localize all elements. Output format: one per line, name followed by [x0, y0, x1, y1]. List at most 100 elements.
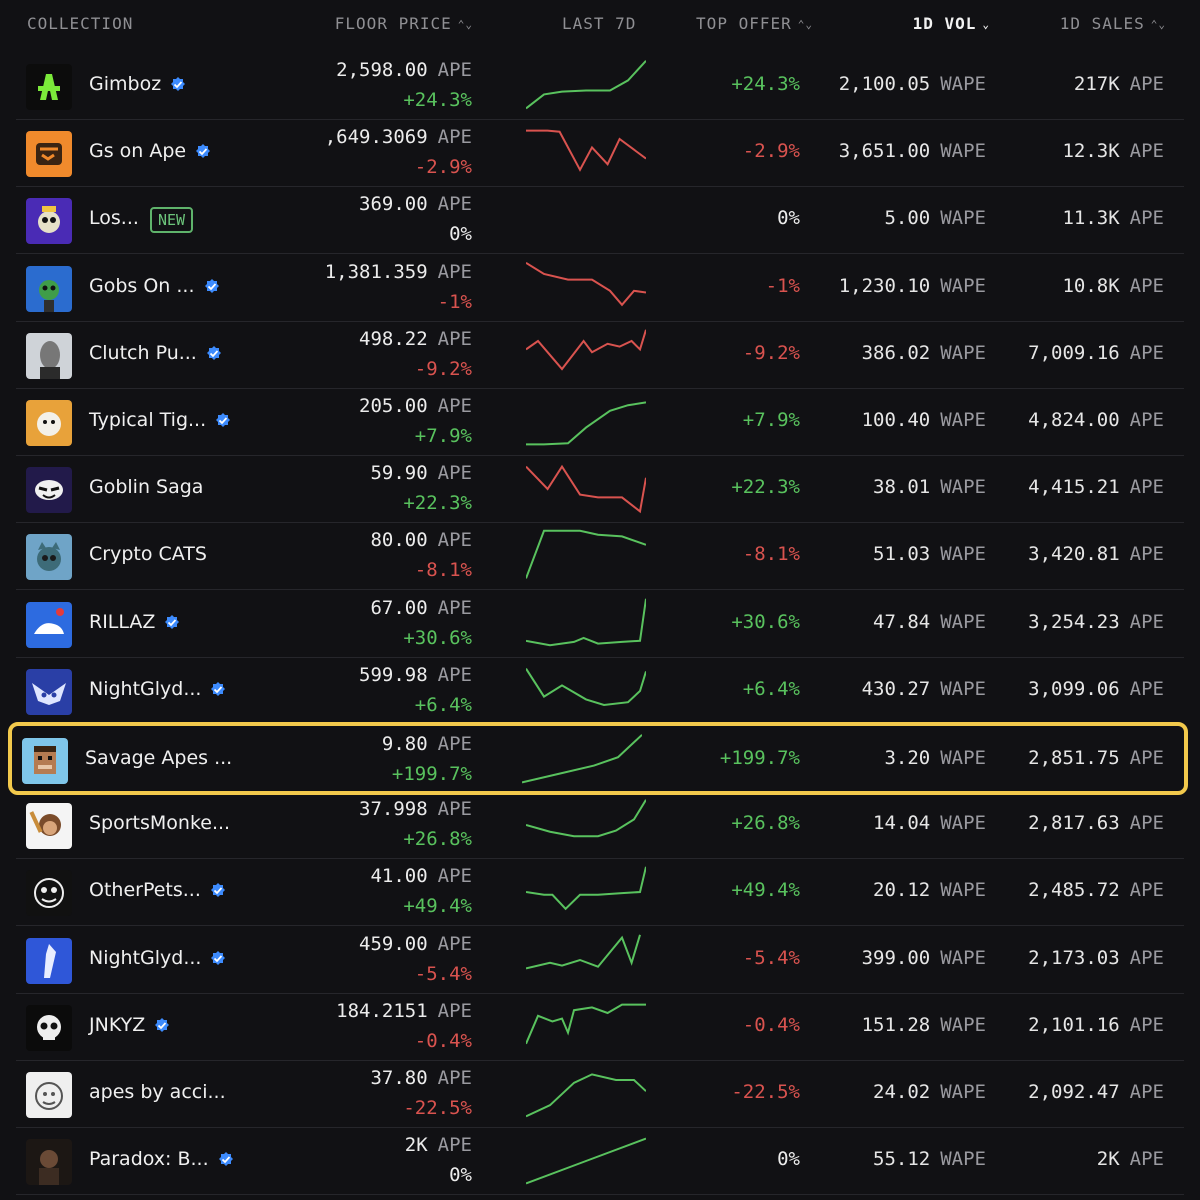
- collection-name[interactable]: Crypto CATS: [89, 543, 207, 565]
- top-offer: -2.9%: [742, 140, 800, 163]
- table-row[interactable]: Crypto CATS 80.00 APE -8.1% -8.1% 51.03 WAPE 3,…: [16, 522, 1184, 591]
- floor-price: 369.00 APE: [359, 193, 472, 215]
- table-row[interactable]: Goblin Saga 59.90 APE +22.3% +22.3% 38.01 WAPE…: [16, 455, 1184, 524]
- table-row[interactable]: SportsMonke... 37.998 APE +26.8% +26.8% 14.04…: [16, 791, 1184, 860]
- collection-name[interactable]: RILLAZ: [89, 611, 155, 633]
- floor-price-value: 2K: [404, 1134, 428, 1157]
- volume-1d-value: 38.01: [873, 476, 931, 499]
- gimboz-icon: [26, 64, 72, 110]
- collection-name[interactable]: Gimboz: [89, 73, 161, 95]
- collection-name[interactable]: Gs on Ape: [89, 140, 186, 162]
- sales-1d-unit: APE: [1129, 140, 1164, 163]
- collection-name[interactable]: NightGlyd...: [89, 947, 201, 969]
- header-top-offer-label: TOP OFFER: [696, 14, 792, 33]
- sales-1d: 217K APE: [1074, 73, 1164, 95]
- volume-1d-unit: WAPE: [940, 476, 986, 499]
- collection-name[interactable]: Goblin Saga: [89, 476, 203, 498]
- volume-1d-unit: WAPE: [940, 946, 986, 969]
- gs-icon: [26, 131, 72, 178]
- collection-name[interactable]: Gobs On ...: [89, 275, 195, 297]
- volume-1d-unit: WAPE: [940, 879, 986, 902]
- volume-1d-unit: WAPE: [940, 207, 986, 230]
- sparkline-7d: [526, 394, 646, 450]
- sales-1d-value: 217K: [1073, 73, 1120, 95]
- collection-name[interactable]: Clutch Pu...: [89, 342, 197, 364]
- table-row[interactable]: JNKYZ 184.2151 APE -0.4% -0.4% 151.28 WAPE 2,10…: [16, 993, 1184, 1061]
- header-1d-sales[interactable]: 1D SALES ⌃⌄: [1060, 14, 1166, 33]
- volume-1d-value: 51.03: [873, 543, 931, 566]
- collection-name[interactable]: NightGlyd...: [89, 678, 201, 700]
- sparkline-path: [526, 867, 646, 909]
- table-row[interactable]: Gobs On ... 1,381.359 APE -1% -1% 1,230.10 WAP…: [16, 254, 1184, 322]
- volume-1d: 100.40 WAPE: [862, 409, 986, 431]
- volume-1d-unit: WAPE: [940, 274, 986, 297]
- volume-1d: 5.00 WAPE: [884, 207, 986, 229]
- sales-1d-unit: APE: [1129, 73, 1164, 95]
- floor-price-change: -2.9%: [414, 156, 472, 179]
- header-1d-vol[interactable]: 1D VOL ⌄: [913, 14, 990, 33]
- table-row[interactable]: Paradox: B... 2K APE 0% 0% 55.12 WAPE 2K APE: [16, 1127, 1184, 1196]
- header-collection[interactable]: COLLECTION: [27, 14, 133, 33]
- floor-price: 205.00 APE: [359, 395, 472, 417]
- floor-price: 184.2151 APE: [336, 1000, 472, 1022]
- volume-1d-unit: WAPE: [940, 1013, 986, 1036]
- new-badge: NEW: [150, 207, 194, 234]
- collection-name[interactable]: OtherPets...: [89, 879, 201, 901]
- floor-price-unit: APE: [437, 59, 472, 81]
- table-row[interactable]: Gimboz 2,598.00 APE +24.3% +24.3% 2,100.05 WAP…: [16, 52, 1184, 120]
- volume-1d-unit: WAPE: [940, 140, 986, 163]
- sales-1d: 3,099.06 APE: [1028, 678, 1164, 700]
- collection-name[interactable]: JNKYZ: [89, 1014, 145, 1036]
- floor-price-unit: APE: [437, 596, 472, 619]
- collection-name[interactable]: apes by acci...: [89, 1081, 226, 1103]
- sparkline-path: [526, 131, 646, 170]
- sales-1d: 4,824.00 APE: [1028, 409, 1164, 431]
- clutch-icon: [26, 332, 72, 379]
- floor-price-unit: APE: [437, 193, 472, 216]
- sparkline-path: [526, 1004, 646, 1043]
- table-row[interactable]: RILLAZ 67.00 APE +30.6% +30.6% 47.84 WAPE 3,254…: [16, 590, 1184, 658]
- otherpets-icon: [26, 870, 72, 917]
- sparkline-7d: [526, 461, 646, 517]
- table-row[interactable]: apes by acci... 37.80 APE -22.5% -22.5% 24.02…: [16, 1060, 1184, 1128]
- sparkline-7d: [526, 125, 646, 181]
- table-row[interactable]: OtherPets... 41.00 APE +49.4% +49.4% 20.12 WAP…: [16, 858, 1184, 927]
- collection-name[interactable]: Savage Apes ...: [85, 747, 232, 769]
- table-row[interactable]: NightGlyd... 459.00 APE -5.4% -5.4% 399.00 WAP…: [16, 926, 1184, 994]
- floor-price-value: 80.00: [370, 529, 428, 552]
- volume-1d: 430.27 WAPE: [862, 678, 986, 700]
- sales-1d: 2,092.47 APE: [1028, 1081, 1164, 1103]
- floor-price-unit: APE: [437, 865, 472, 888]
- sparkline-7d: [526, 596, 646, 652]
- top-offer: +6.4%: [742, 677, 800, 700]
- table-row[interactable]: Typical Tig... 205.00 APE +7.9% +7.9% 100.40 W…: [16, 388, 1184, 456]
- sales-1d-unit: APE: [1129, 476, 1164, 499]
- floor-price-value: 459.00: [359, 932, 428, 955]
- sales-1d: 2,817.63 APE: [1028, 812, 1164, 834]
- table-row[interactable]: Los... NEW 369.00 APE 0% 0% 5.00 WAPE 11.3K APE: [16, 186, 1184, 255]
- volume-1d-value: 14.04: [873, 812, 931, 835]
- table-row[interactable]: Gs on Ape ,649.3069 APE -2.9% -2.9% 3,651.00 W…: [16, 119, 1184, 188]
- header-floor-price[interactable]: FLOOR PRICE ⌃⌄: [335, 14, 473, 33]
- collection-name[interactable]: SportsMonke...: [89, 812, 230, 834]
- volume-1d: 51.03 WAPE: [873, 543, 986, 565]
- table-row[interactable]: Savage Apes ... 9.80 APE +199.7% +199.7% 3.20…: [8, 722, 1188, 795]
- floor-price-value: 41.00: [370, 865, 428, 888]
- table-row[interactable]: Clutch Pu... 498.22 APE -9.2% -9.2% 386.02 WAP…: [16, 321, 1184, 389]
- collection-name[interactable]: Typical Tig...: [89, 409, 206, 431]
- floor-price-value: 498.22: [359, 327, 428, 350]
- floor-price-change: -22.5%: [403, 1097, 472, 1119]
- collection-name[interactable]: Los...: [89, 207, 139, 229]
- collection-name[interactable]: Paradox: B...: [89, 1148, 209, 1170]
- sort-desc-icon: ⌄: [982, 18, 990, 31]
- sparkline-7d: [526, 528, 646, 584]
- volume-1d-unit: WAPE: [940, 677, 986, 700]
- header-top-offer[interactable]: TOP OFFER ⌃⌄: [696, 14, 813, 33]
- table-row[interactable]: NightGlyd... 599.98 APE +6.4% +6.4% 430.27 WAP…: [16, 657, 1184, 725]
- sparkline-7d: [526, 327, 646, 383]
- volume-1d-unit: WAPE: [940, 543, 986, 566]
- sales-1d-unit: APE: [1129, 1013, 1164, 1036]
- sales-1d-value: 2,851.75: [1028, 747, 1120, 769]
- sales-1d-unit: APE: [1129, 1081, 1164, 1103]
- top-offer: -5.4%: [742, 946, 800, 969]
